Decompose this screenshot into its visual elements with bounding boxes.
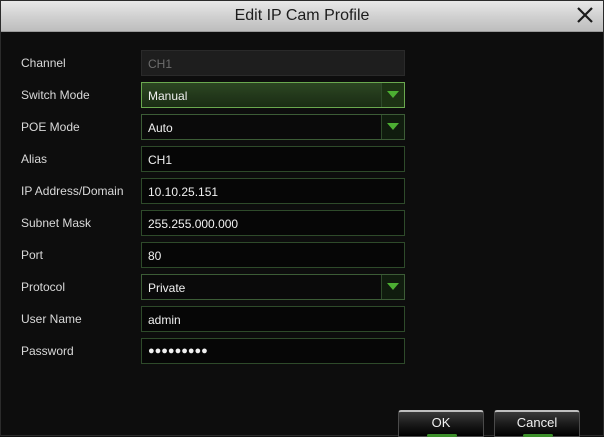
chevron-down-icon — [387, 123, 399, 130]
poe-mode-label: POE Mode — [21, 120, 80, 134]
ok-button[interactable]: OK — [398, 410, 484, 437]
protocol-dropdown-button[interactable] — [381, 275, 404, 299]
cancel-button-label: Cancel — [516, 415, 558, 430]
row-ip-address: IP Address/Domain 10.10.25.151 — [1, 178, 604, 204]
password-label: Password — [21, 344, 74, 358]
alias-label: Alias — [21, 152, 48, 166]
row-switch-mode: Switch Mode Manual — [1, 82, 604, 108]
poe-mode-dropdown-button[interactable] — [381, 115, 404, 139]
row-port: Port 80 — [1, 242, 604, 268]
close-icon — [577, 7, 593, 23]
poe-mode-select[interactable]: Auto — [141, 114, 405, 140]
row-subnet-mask: Subnet Mask 255.255.000.000 — [1, 210, 604, 236]
user-name-label: User Name — [21, 312, 82, 326]
close-button[interactable] — [573, 3, 597, 27]
port-label: Port — [21, 248, 44, 262]
dialog-title: Edit IP Cam Profile — [234, 7, 370, 24]
edit-ip-cam-dialog: Edit IP Cam Profile Channel CH1 Switch M… — [0, 0, 604, 437]
subnet-mask-label: Subnet Mask — [21, 216, 92, 230]
ip-address-label: IP Address/Domain — [21, 184, 124, 198]
row-protocol: Protocol Private — [1, 274, 604, 300]
title-bar: Edit IP Cam Profile — [1, 1, 603, 32]
port-input[interactable]: 80 — [141, 242, 405, 268]
chevron-down-icon — [387, 283, 399, 290]
switch-mode-value: Manual — [148, 89, 188, 103]
switch-mode-label: Switch Mode — [21, 88, 90, 102]
poe-mode-value: Auto — [148, 121, 173, 135]
row-channel: Channel CH1 — [1, 50, 604, 76]
row-user-name: User Name admin — [1, 306, 604, 332]
ok-button-label: OK — [431, 415, 451, 430]
switch-mode-select[interactable]: Manual — [141, 82, 405, 108]
subnet-mask-input[interactable]: 255.255.000.000 — [141, 210, 405, 236]
user-name-input[interactable]: admin — [141, 306, 405, 332]
row-poe-mode: POE Mode Auto — [1, 114, 604, 140]
row-password: Password ●●●●●●●●● — [1, 338, 604, 364]
row-alias: Alias CH1 — [1, 146, 604, 172]
alias-input[interactable]: CH1 — [141, 146, 405, 172]
chevron-down-icon — [387, 91, 399, 98]
protocol-value: Private — [148, 281, 186, 295]
switch-mode-dropdown-button[interactable] — [381, 83, 404, 107]
channel-label: Channel — [21, 56, 66, 70]
channel-field: CH1 — [141, 50, 405, 76]
password-input[interactable]: ●●●●●●●●● — [141, 338, 405, 364]
protocol-select[interactable]: Private — [141, 274, 405, 300]
protocol-label: Protocol — [21, 280, 66, 294]
cancel-button[interactable]: Cancel — [494, 410, 580, 437]
ip-address-input[interactable]: 10.10.25.151 — [141, 178, 405, 204]
